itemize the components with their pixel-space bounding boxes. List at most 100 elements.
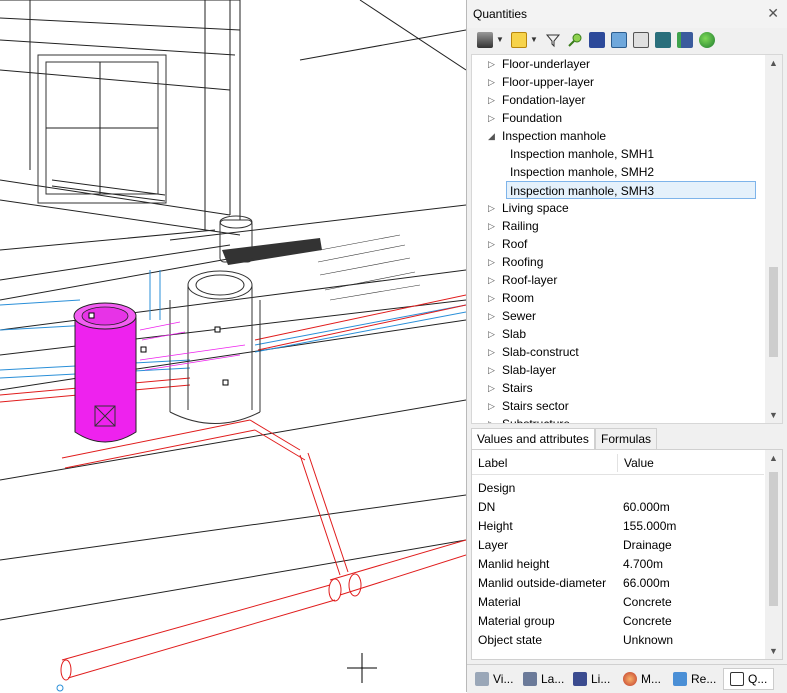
tree-item[interactable]: ▷ Roof <box>488 235 527 253</box>
collapsed-arrow-icon[interactable]: ▷ <box>488 235 498 253</box>
attribute-value: Concrete <box>623 614 672 628</box>
table-row[interactable]: Height 155.000m <box>472 517 764 535</box>
tab-quantities[interactable]: Q... <box>723 668 775 690</box>
search-icon[interactable] <box>567 32 583 48</box>
table-row[interactable]: Layer Drainage <box>472 536 764 554</box>
tree-item[interactable]: ▷ Roof-layer <box>488 271 557 289</box>
collapsed-arrow-icon[interactable]: ▷ <box>488 325 498 343</box>
tab-values-and-attributes[interactable]: Values and attributes <box>471 428 595 450</box>
collapsed-arrow-icon[interactable]: ▷ <box>488 55 498 73</box>
chevron-down-icon[interactable]: ▼ <box>530 35 538 44</box>
chevron-down-icon[interactable]: ▼ <box>496 35 504 44</box>
column-header-value[interactable]: Value <box>624 452 654 474</box>
tab-library[interactable]: Li... <box>573 669 610 689</box>
tree-scrollbar[interactable]: ▲ ▼ <box>765 55 782 423</box>
resources-icon <box>673 672 687 686</box>
tab-materials[interactable]: M... <box>623 669 661 689</box>
grid-scrollbar[interactable]: ▲ ▼ <box>765 450 782 659</box>
table-row[interactable]: Object state Unknown <box>472 631 764 649</box>
tree-item-label: Slab <box>502 327 527 341</box>
library-icon <box>573 672 587 686</box>
scroll-up-icon[interactable]: ▲ <box>765 55 782 71</box>
collapsed-arrow-icon[interactable]: ▷ <box>488 199 498 217</box>
collapsed-arrow-icon[interactable]: ▷ <box>488 307 498 325</box>
collapsed-arrow-icon[interactable]: ▷ <box>488 343 498 361</box>
tab-viewport[interactable]: Vi... <box>475 669 513 689</box>
collapsed-arrow-icon[interactable]: ▷ <box>488 271 498 289</box>
tree-item[interactable]: ▷ Stairs <box>488 379 533 397</box>
layers-stack-icon[interactable] <box>477 32 493 48</box>
tab-resources[interactable]: Re... <box>673 669 716 689</box>
collapsed-arrow-icon[interactable]: ▷ <box>488 109 498 127</box>
tree-item[interactable]: ▷ Floor-upper-layer <box>488 73 594 91</box>
tree-child-item[interactable]: Inspection manhole, SMH3 <box>506 181 756 199</box>
material-sphere-icon <box>623 672 637 686</box>
panel-titlebar: Quantities ✕ <box>467 0 787 28</box>
scroll-down-icon[interactable]: ▼ <box>765 407 782 423</box>
collapsed-arrow-icon[interactable]: ▷ <box>488 361 498 379</box>
table-row[interactable]: Manlid outside-diameter 66.000m <box>472 574 764 592</box>
collapsed-arrow-icon[interactable]: ▷ <box>488 91 498 109</box>
collapsed-arrow-icon[interactable]: ▷ <box>488 289 498 307</box>
tree-item[interactable]: ▷ Living space <box>488 199 569 217</box>
scroll-up-icon[interactable]: ▲ <box>765 450 782 466</box>
tree-item[interactable]: ◢ Inspection manhole <box>488 127 607 145</box>
filter-icon[interactable] <box>545 32 561 48</box>
tree-item-label: Substructure <box>502 417 571 424</box>
tree-item-label: Slab-layer <box>502 363 557 377</box>
table-row[interactable]: Material group Concrete <box>472 612 764 630</box>
scroll-down-icon[interactable]: ▼ <box>765 643 782 659</box>
tree-item[interactable]: ▷ Floor-underlayer <box>488 55 590 73</box>
tree-item[interactable]: ▷ Fondation-layer <box>488 91 585 109</box>
tree-item[interactable]: ▷ Slab <box>488 325 527 343</box>
copy-icon[interactable] <box>633 32 649 48</box>
table-row[interactable]: Material Concrete <box>472 593 764 611</box>
attribute-label: DN <box>478 500 496 514</box>
collapsed-arrow-icon[interactable]: ▷ <box>488 415 498 423</box>
phone-book-icon[interactable] <box>655 32 671 48</box>
column-header-label[interactable]: Label <box>478 452 507 474</box>
expanded-arrow-icon[interactable]: ◢ <box>488 127 498 145</box>
globe-icon[interactable] <box>699 32 715 48</box>
tree-item[interactable]: ▷ Slab-layer <box>488 361 557 379</box>
table-row[interactable]: DN 60.000m <box>472 498 764 516</box>
tab-formulas[interactable]: Formulas <box>595 428 658 449</box>
close-icon[interactable]: ✕ <box>767 5 779 22</box>
attribute-label: Design <box>478 481 516 495</box>
scroll-thumb[interactable] <box>769 472 778 606</box>
tree-item[interactable]: ▷ Slab-construct <box>488 343 579 361</box>
export-icon[interactable] <box>677 32 693 48</box>
tree-item-label: Inspection manhole, SMH1 <box>510 147 655 161</box>
tree-item-label: Inspection manhole, SMH2 <box>510 165 655 179</box>
tab-label: Q... <box>748 672 768 686</box>
quantity-report-icon[interactable] <box>511 32 527 48</box>
scroll-thumb[interactable] <box>769 267 778 357</box>
table-row[interactable]: Manlid height 4.700m <box>472 555 764 573</box>
tree-item[interactable]: ▷ Railing <box>488 217 539 235</box>
cad-viewport[interactable] <box>0 0 466 692</box>
table-row[interactable]: Design <box>472 479 764 497</box>
tree-child-item[interactable]: Inspection manhole, SMH1 <box>510 145 654 163</box>
collapsed-arrow-icon[interactable]: ▷ <box>488 73 498 91</box>
tree-child-item[interactable]: Inspection manhole, SMH2 <box>510 163 654 181</box>
collapsed-arrow-icon[interactable]: ▷ <box>488 397 498 415</box>
collapsed-arrow-icon[interactable]: ▷ <box>488 253 498 271</box>
tree-item[interactable]: ▷ Substructure <box>488 415 571 424</box>
folder-icon[interactable] <box>611 32 627 48</box>
quantities-panel: Quantities ✕ ▼ ▼ ▷ Floor-underlayer ▷ Floor… <box>466 0 787 693</box>
tab-label: Vi... <box>493 672 514 686</box>
tree-item[interactable]: ▷ Stairs sector <box>488 397 569 415</box>
collapsed-arrow-icon[interactable]: ▷ <box>488 217 498 235</box>
attribute-tree[interactable]: ▷ Floor-underlayer ▷ Floor-upper-layer ▷ Fond… <box>471 54 783 424</box>
tree-item[interactable]: ▷ Sewer <box>488 307 536 325</box>
collapsed-arrow-icon[interactable]: ▷ <box>488 379 498 397</box>
tree-item[interactable]: ▷ Foundation <box>488 109 562 127</box>
book-icon[interactable] <box>589 32 605 48</box>
tree-item-label: Inspection manhole <box>502 129 607 143</box>
tree-item[interactable]: ▷ Room <box>488 289 534 307</box>
tree-item-label: Stairs sector <box>502 399 569 413</box>
viewport-cube-icon <box>475 672 489 686</box>
tab-layers[interactable]: La... <box>523 669 564 689</box>
tree-item[interactable]: ▷ Roofing <box>488 253 543 271</box>
tree-item-label: Stairs <box>502 381 533 395</box>
